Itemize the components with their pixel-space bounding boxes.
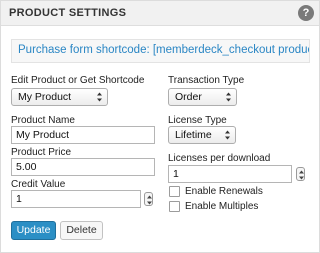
updown-arrow-icon xyxy=(226,92,231,102)
transaction-type-label: Transaction Type xyxy=(168,75,245,86)
credit-value-stepper[interactable] xyxy=(144,192,153,206)
licenses-per-download-input[interactable]: 1 xyxy=(168,165,292,183)
enable-renewals-label: Enable Renewals xyxy=(185,186,263,197)
updown-arrow-icon xyxy=(147,195,152,205)
enable-multiples-checkbox[interactable] xyxy=(169,201,180,212)
delete-button[interactable]: Delete xyxy=(60,221,103,240)
product-settings-panel: PRODUCT SETTINGS ? Purchase form shortco… xyxy=(0,0,320,253)
enable-multiples-label: Enable Multiples xyxy=(185,201,259,212)
transaction-type-select[interactable]: Order xyxy=(168,88,237,106)
licenses-per-download-value: 1 xyxy=(173,168,179,180)
panel-title: PRODUCT SETTINGS xyxy=(9,7,127,19)
product-price-value: 5.00 xyxy=(16,161,37,173)
edit-product-label: Edit Product or Get Shortcode xyxy=(11,75,145,86)
product-price-label: Product Price xyxy=(11,147,72,158)
product-price-input[interactable]: 5.00 xyxy=(11,158,155,176)
update-button[interactable]: Update xyxy=(11,221,56,240)
product-name-input[interactable]: My Product xyxy=(11,126,155,144)
license-type-select[interactable]: Lifetime xyxy=(168,126,236,144)
license-type-label: License Type xyxy=(168,115,227,126)
credit-value-input[interactable]: 1 xyxy=(11,190,141,208)
edit-product-select[interactable]: My Product xyxy=(11,88,108,106)
credit-value-value: 1 xyxy=(16,193,22,205)
shortcode-box[interactable]: Purchase form shortcode: [memberdeck_che… xyxy=(11,39,310,63)
licenses-per-download-stepper[interactable] xyxy=(296,167,305,181)
credit-value-label: Credit Value xyxy=(11,179,66,190)
question-mark-icon[interactable]: ? xyxy=(298,5,314,21)
updown-arrow-icon xyxy=(97,92,102,102)
transaction-type-select-value: Order xyxy=(175,91,202,103)
product-name-label: Product Name xyxy=(11,115,75,126)
shortcode-text: Purchase form shortcode: [memberdeck_che… xyxy=(18,44,310,56)
updown-arrow-icon xyxy=(225,130,230,140)
updown-arrow-icon xyxy=(299,170,304,180)
panel-header: PRODUCT SETTINGS ? xyxy=(1,1,319,26)
license-type-select-value: Lifetime xyxy=(175,129,212,141)
licenses-per-download-label: Licenses per download xyxy=(168,153,271,164)
enable-renewals-checkbox[interactable] xyxy=(169,186,180,197)
edit-product-select-value: My Product xyxy=(18,91,72,103)
product-name-value: My Product xyxy=(16,129,70,141)
